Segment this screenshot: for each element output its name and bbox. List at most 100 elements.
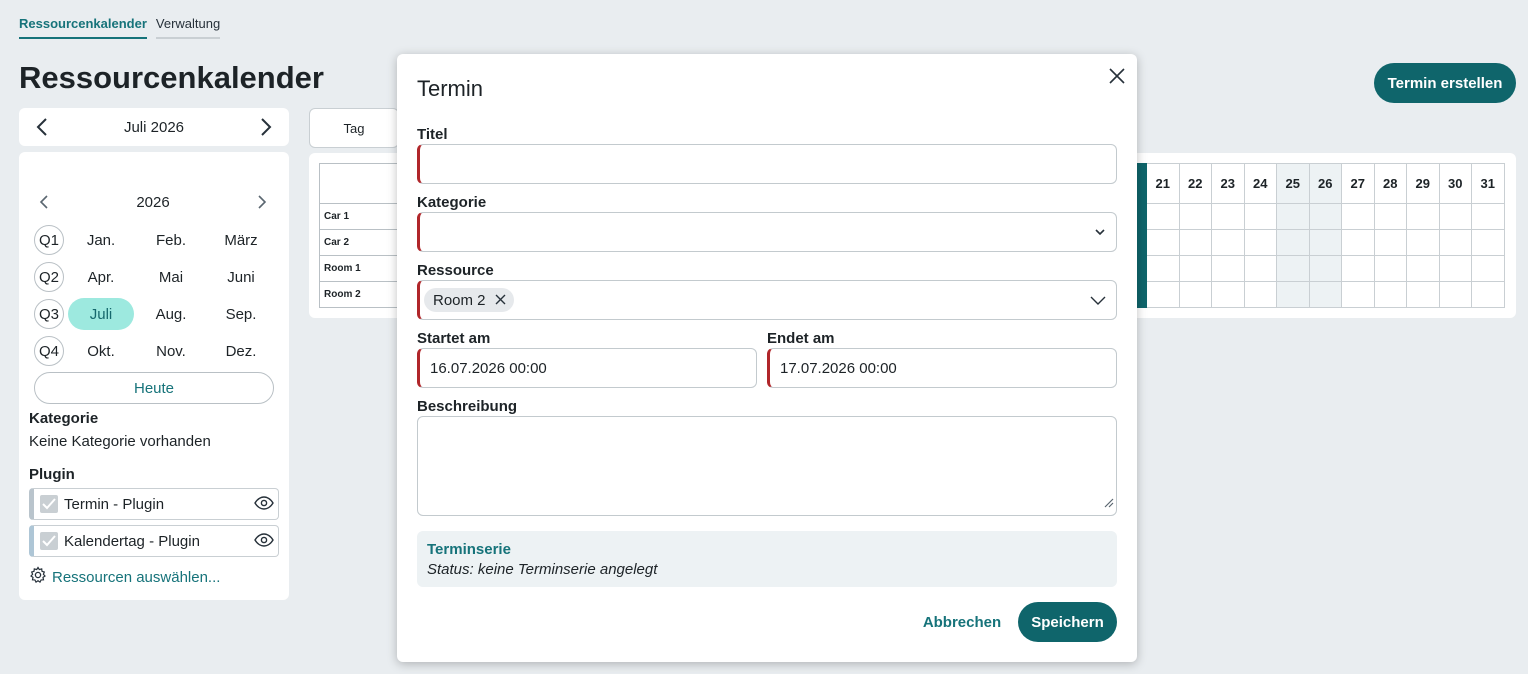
chevron-down-icon[interactable] <box>1090 293 1106 310</box>
day-cell[interactable] <box>1341 255 1375 282</box>
event-bar-segment[interactable] <box>1137 229 1147 256</box>
day-cell[interactable] <box>1341 203 1375 230</box>
day-cell[interactable] <box>1406 281 1440 308</box>
day-cell[interactable] <box>1211 229 1245 256</box>
month-mar[interactable]: März <box>208 224 274 256</box>
view-day-button[interactable]: Tag <box>309 108 399 148</box>
quarter-badge[interactable]: Q3 <box>34 299 64 329</box>
event-bar-segment[interactable] <box>1137 203 1147 230</box>
tab-verwaltung[interactable]: Verwaltung <box>155 14 221 39</box>
month-jul[interactable]: Juli <box>68 298 134 330</box>
day-cell[interactable] <box>1438 229 1472 256</box>
eye-icon[interactable] <box>254 495 274 515</box>
day-cell[interactable] <box>1146 203 1180 230</box>
month-dec[interactable]: Dez. <box>208 335 274 367</box>
eye-icon[interactable] <box>254 532 274 552</box>
day-header-cell: 27 <box>1341 163 1375 204</box>
checkbox-checked-icon[interactable] <box>40 495 58 513</box>
create-appointment-button[interactable]: Termin erstellen <box>1374 63 1516 103</box>
close-icon[interactable] <box>1107 66 1127 86</box>
day-cell[interactable] <box>1276 281 1310 308</box>
today-button[interactable]: Heute <box>34 372 274 404</box>
day-cell[interactable] <box>1276 229 1310 256</box>
day-cell[interactable] <box>1211 255 1245 282</box>
day-cell[interactable] <box>1178 255 1212 282</box>
day-cell[interactable] <box>1406 229 1440 256</box>
day-cell[interactable] <box>1146 281 1180 308</box>
day-cell[interactable] <box>1276 255 1310 282</box>
quarter-badge[interactable]: Q2 <box>34 262 64 292</box>
chevron-left-icon[interactable] <box>31 116 53 138</box>
event-bar-segment[interactable] <box>1137 255 1147 282</box>
day-cell[interactable] <box>1406 255 1440 282</box>
month-jun[interactable]: Juni <box>208 261 274 293</box>
month-feb[interactable]: Feb. <box>138 224 204 256</box>
event-bar-segment[interactable] <box>1137 281 1147 308</box>
description-textarea[interactable] <box>417 416 1117 516</box>
month-aug[interactable]: Aug. <box>138 298 204 330</box>
day-cell[interactable] <box>1341 229 1375 256</box>
plugin-item-kalendertag[interactable]: Kalendertag - Plugin <box>29 525 279 557</box>
day-cell[interactable] <box>1146 229 1180 256</box>
day-cell[interactable] <box>1471 281 1505 308</box>
month-may[interactable]: Mai <box>138 261 204 293</box>
quarter-badge[interactable]: Q1 <box>34 225 64 255</box>
checkbox-checked-icon[interactable] <box>40 532 58 550</box>
chevron-left-icon[interactable] <box>33 191 55 213</box>
remove-chip-icon[interactable] <box>495 292 506 309</box>
save-button[interactable]: Speichern <box>1018 602 1117 642</box>
end-date-input[interactable]: 17.07.2026 00:00 <box>767 348 1117 388</box>
day-cell[interactable] <box>1243 229 1277 256</box>
month-nov[interactable]: Nov. <box>138 335 204 367</box>
day-cell[interactable] <box>1308 255 1342 282</box>
day-cell[interactable] <box>1341 281 1375 308</box>
day-cell[interactable] <box>1373 255 1407 282</box>
day-cell[interactable] <box>1471 255 1505 282</box>
start-date-input[interactable]: 16.07.2026 00:00 <box>417 348 757 388</box>
day-cell[interactable] <box>1406 203 1440 230</box>
event-bar-segment[interactable] <box>1137 163 1147 204</box>
day-cell[interactable] <box>1471 203 1505 230</box>
day-cell[interactable] <box>1438 281 1472 308</box>
day-cell[interactable] <box>1178 229 1212 256</box>
plugin-item-termin[interactable]: Termin - Plugin <box>29 488 279 520</box>
day-cell[interactable] <box>1308 281 1342 308</box>
tab-ressourcenkalender[interactable]: Ressourcenkalender <box>19 14 147 39</box>
day-cell[interactable] <box>1276 203 1310 230</box>
day-cell[interactable] <box>1438 203 1472 230</box>
day-cell[interactable] <box>1308 229 1342 256</box>
category-select[interactable] <box>417 212 1117 252</box>
resize-grip-icon[interactable] <box>1102 495 1114 513</box>
day-cell[interactable] <box>1211 203 1245 230</box>
month-sep[interactable]: Sep. <box>208 298 274 330</box>
title-input[interactable] <box>417 144 1117 184</box>
day-cell[interactable] <box>1243 255 1277 282</box>
dialog-title: Termin <box>417 76 484 101</box>
day-cell[interactable] <box>1308 203 1342 230</box>
cancel-button[interactable]: Abbrechen <box>922 602 1002 642</box>
day-cell[interactable] <box>1211 281 1245 308</box>
resource-header-cell <box>319 163 409 204</box>
chevron-right-icon[interactable] <box>255 116 277 138</box>
month-apr[interactable]: Apr. <box>68 261 134 293</box>
resource-row-label: Car 2 <box>319 229 409 256</box>
day-cell[interactable] <box>1438 255 1472 282</box>
day-cell[interactable] <box>1373 281 1407 308</box>
day-cell[interactable] <box>1178 203 1212 230</box>
day-cell[interactable] <box>1243 203 1277 230</box>
day-cell[interactable] <box>1373 229 1407 256</box>
category-empty-text: Keine Kategorie vorhanden <box>29 433 211 450</box>
select-resources-link[interactable]: Ressourcen auswählen... <box>29 566 220 588</box>
day-cell[interactable] <box>1243 281 1277 308</box>
day-cell[interactable] <box>1178 281 1212 308</box>
month-oct[interactable]: Okt. <box>68 335 134 367</box>
quarter-badge[interactable]: Q4 <box>34 336 64 366</box>
chevron-right-icon[interactable] <box>251 191 273 213</box>
resource-select[interactable]: Room 2 <box>417 280 1117 320</box>
series-heading[interactable]: Terminserie <box>427 541 1107 558</box>
day-cell[interactable] <box>1146 255 1180 282</box>
day-cell[interactable] <box>1373 203 1407 230</box>
day-cell[interactable] <box>1471 229 1505 256</box>
month-jan[interactable]: Jan. <box>68 224 134 256</box>
select-resources-label: Ressourcen auswählen... <box>52 568 221 586</box>
